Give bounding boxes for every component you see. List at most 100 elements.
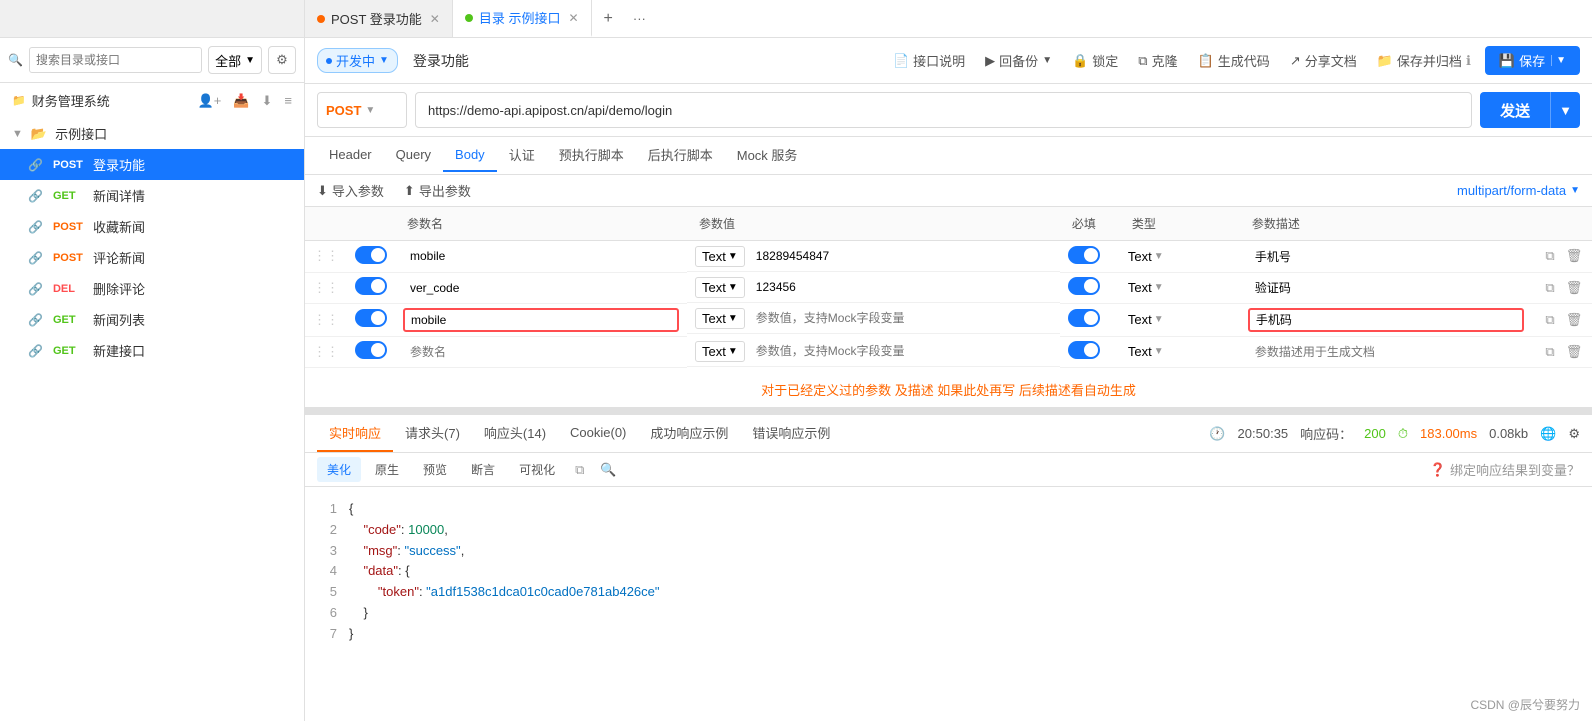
method-select[interactable]: POST ▼ <box>317 92 407 128</box>
resp-tab-cookie[interactable]: Cookie(0) <box>558 417 638 450</box>
param-value-3[interactable] <box>749 307 1052 329</box>
add-user-icon[interactable]: 👤+ <box>198 93 222 109</box>
copy-row-2[interactable]: ⧉ <box>1540 278 1560 298</box>
type-dropdown-4[interactable]: ▼ <box>1154 346 1164 357</box>
search-filter-select[interactable]: 全部 ▼ <box>208 46 262 74</box>
drag-handle-2[interactable]: ⋮⋮ <box>313 280 339 295</box>
sidebar-folder-example[interactable]: ▼ 📂 示例接口 <box>0 118 304 149</box>
tab-post-login[interactable]: POST 登录功能 ✕ <box>305 0 453 37</box>
tab-close-0[interactable]: ✕ <box>430 12 440 26</box>
share-button[interactable]: ↗ 分享文档 <box>1284 47 1363 74</box>
param-text-type-3[interactable]: Text▼ <box>695 308 745 329</box>
required-toggle-1[interactable] <box>1068 246 1100 264</box>
tab-post-script[interactable]: 后执行脚本 <box>636 137 725 174</box>
sidebar-item-get-news-list[interactable]: 🔗 GET 新闻列表 <box>0 304 304 335</box>
required-toggle-3[interactable] <box>1068 309 1100 327</box>
settings-icon-resp[interactable]: ⚙ <box>1568 426 1580 442</box>
drag-handle-4[interactable]: ⋮⋮ <box>313 344 339 359</box>
send-button[interactable]: 发送 <box>1480 92 1550 128</box>
sidebar-item-post-login[interactable]: 🔗 POST 登录功能 <box>0 149 304 180</box>
param-desc-4[interactable] <box>1248 341 1524 363</box>
param-desc-1[interactable] <box>1248 245 1524 267</box>
menu-icon[interactable]: ≡ <box>284 93 292 108</box>
sidebar-item-post-collect[interactable]: 🔗 POST 收藏新闻 <box>0 211 304 242</box>
param-name-2[interactable] <box>403 277 679 299</box>
format-select[interactable]: multipart/form-data ▼ <box>1457 183 1580 198</box>
backup-button[interactable]: ▶ 回备份 ▼ <box>979 47 1058 74</box>
required-toggle-2[interactable] <box>1068 277 1100 295</box>
copy-row-4[interactable]: ⧉ <box>1540 342 1560 362</box>
api-desc-button[interactable]: 📄 接口说明 <box>887 47 971 74</box>
resp-tab-resp-headers[interactable]: 响应头(14) <box>472 415 558 452</box>
delete-row-1[interactable]: 🗑 <box>1564 246 1584 266</box>
copy-row-3[interactable]: ⧉ <box>1540 310 1560 330</box>
delete-row-3[interactable]: 🗑 <box>1564 310 1584 330</box>
param-toggle-3[interactable] <box>355 309 387 327</box>
param-desc-3[interactable] <box>1248 308 1524 332</box>
resp-body-tab-pretty[interactable]: 美化 <box>317 457 361 482</box>
copy-row-1[interactable]: ⧉ <box>1540 246 1560 266</box>
param-desc-2[interactable] <box>1248 277 1524 299</box>
save-archive-button[interactable]: 📁 保存并归档 ℹ <box>1371 47 1477 74</box>
tab-body[interactable]: Body <box>443 139 497 172</box>
param-value-2[interactable] <box>749 276 1052 298</box>
search-input[interactable] <box>29 47 202 73</box>
api-name-input[interactable] <box>406 50 879 72</box>
resp-tab-realtime[interactable]: 实时响应 <box>317 415 393 452</box>
resp-body-tab-assert[interactable]: 断言 <box>461 457 505 482</box>
param-name-1[interactable] <box>403 245 679 267</box>
settings-icon[interactable]: ⚙ <box>268 46 296 74</box>
drag-handle-3[interactable]: ⋮⋮ <box>313 312 339 327</box>
param-toggle-1[interactable] <box>355 246 387 264</box>
resp-tab-success-example[interactable]: 成功响应示例 <box>638 415 740 452</box>
param-text-type-4[interactable]: Text▼ <box>695 341 745 362</box>
tab-add-button[interactable]: + <box>592 10 625 28</box>
resp-tab-req-headers[interactable]: 请求头(7) <box>393 415 472 452</box>
param-name-3[interactable] <box>403 308 679 332</box>
import-params-button[interactable]: ⬇ 导入参数 <box>317 181 384 200</box>
clone-button[interactable]: ⧉ 克隆 <box>1132 47 1183 74</box>
sidebar-item-get-news-detail[interactable]: 🔗 GET 新闻详情 <box>0 180 304 211</box>
param-value-4[interactable] <box>749 340 1052 362</box>
lock-button[interactable]: 🔒 锁定 <box>1066 47 1124 74</box>
url-input[interactable] <box>415 92 1472 128</box>
sidebar-item-get-new-api[interactable]: 🔗 GET 新建接口 <box>0 335 304 366</box>
send-dropdown-button[interactable]: ▼ <box>1550 92 1580 128</box>
code-gen-button[interactable]: 📋 生成代码 <box>1192 47 1276 74</box>
delete-row-2[interactable]: 🗑 <box>1564 278 1584 298</box>
search-response-button[interactable]: 🔍 <box>594 458 622 482</box>
required-toggle-4[interactable] <box>1068 341 1100 359</box>
type-dropdown-2[interactable]: ▼ <box>1154 282 1164 293</box>
type-dropdown-1[interactable]: ▼ <box>1154 251 1164 262</box>
tab-auth[interactable]: 认证 <box>497 137 547 174</box>
save-button[interactable]: 💾 保存 ▼ <box>1485 46 1580 75</box>
sidebar-item-del-comment[interactable]: 🔗 DEL 删除评论 <box>0 273 304 304</box>
param-value-1[interactable] <box>749 245 1052 267</box>
import-icon[interactable]: 📥 <box>233 93 249 109</box>
tab-query[interactable]: Query <box>384 139 443 172</box>
download-icon[interactable]: ⬇ <box>262 93 273 109</box>
param-text-type-2[interactable]: Text▼ <box>695 277 745 298</box>
tab-more-button[interactable]: ··· <box>625 11 654 26</box>
param-toggle-4[interactable] <box>355 341 387 359</box>
type-dropdown-3[interactable]: ▼ <box>1154 314 1164 325</box>
tab-header[interactable]: Header <box>317 139 384 172</box>
tab-mock[interactable]: Mock 服务 <box>725 137 810 174</box>
bind-response-label[interactable]: ❓ 绑定响应结果到变量？ <box>1430 460 1580 479</box>
status-badge[interactable]: 开发中 ▼ <box>317 48 398 73</box>
param-toggle-2[interactable] <box>355 277 387 295</box>
tab-pre-script[interactable]: 预执行脚本 <box>547 137 636 174</box>
copy-response-button[interactable]: ⧉ <box>569 458 590 482</box>
resp-tab-error-example[interactable]: 错误响应示例 <box>740 415 842 452</box>
param-name-4[interactable] <box>403 341 679 363</box>
resp-body-tab-raw[interactable]: 原生 <box>365 457 409 482</box>
resp-body-tab-visual[interactable]: 可视化 <box>509 457 565 482</box>
export-params-button[interactable]: ⬆ 导出参数 <box>404 181 471 200</box>
drag-handle[interactable]: ⋮⋮ <box>313 248 339 263</box>
sidebar-item-post-comment[interactable]: 🔗 POST 评论新闻 <box>0 242 304 273</box>
resp-body-tab-preview[interactable]: 预览 <box>413 457 457 482</box>
param-text-type-1[interactable]: Text▼ <box>695 246 745 267</box>
tab-close-1[interactable]: ✕ <box>568 11 578 25</box>
tab-example-api[interactable]: 目录 示例接口 ✕ <box>453 0 592 37</box>
delete-row-4[interactable]: 🗑 <box>1564 342 1584 362</box>
